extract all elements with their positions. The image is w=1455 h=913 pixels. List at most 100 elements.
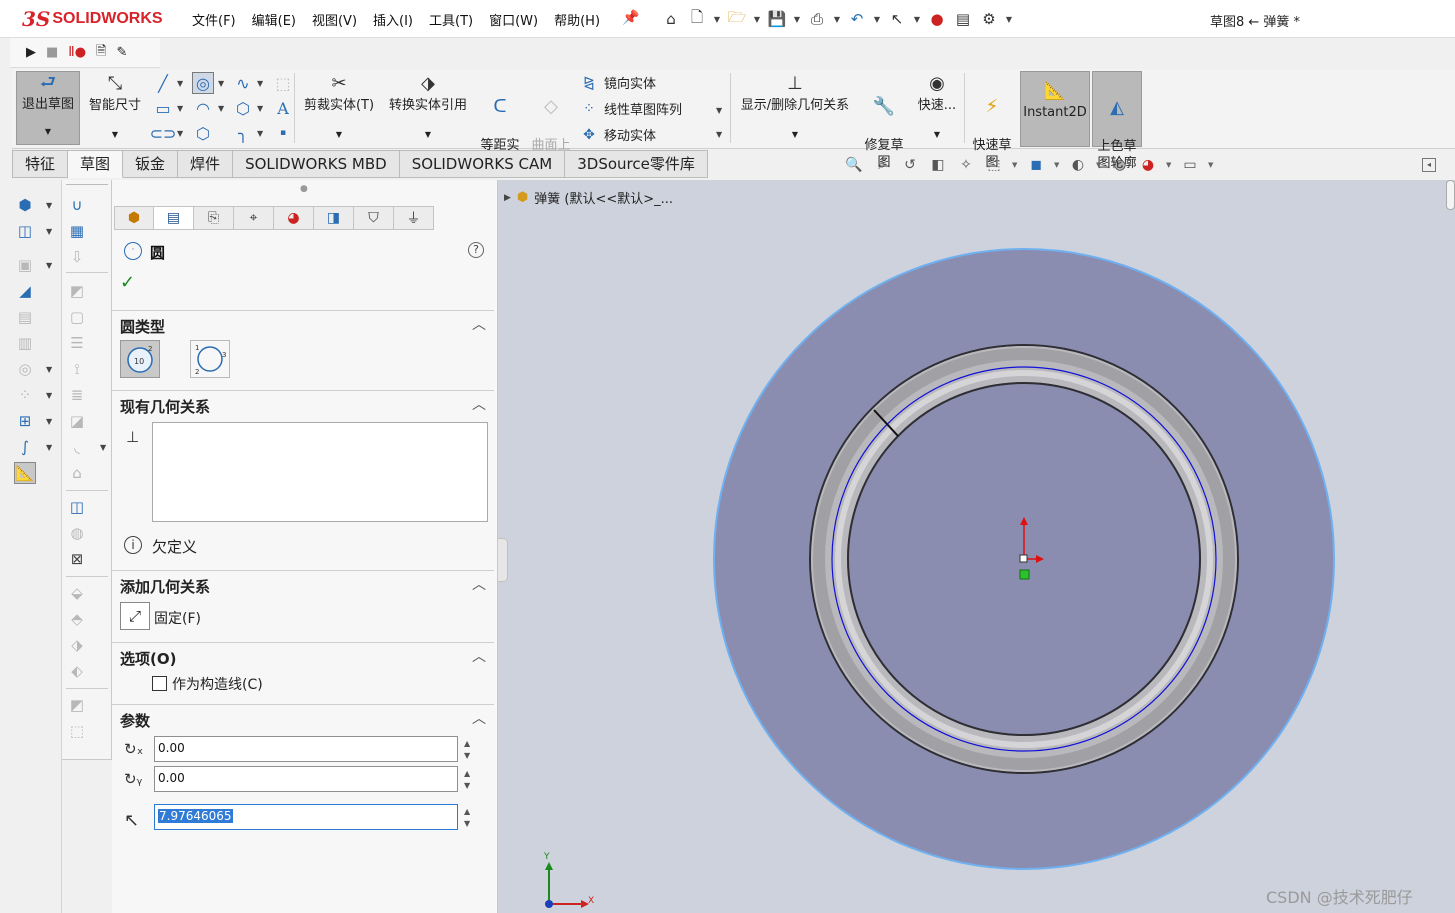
chevron-down-icon[interactable]: ▼ [716,106,722,115]
move-entities-button[interactable]: ✥ 移动实体 [580,125,656,145]
rib-icon[interactable]: ▥ [14,332,36,354]
combine-icon[interactable]: ⬙ [66,582,88,604]
move-copy-icon[interactable]: ⬗ [66,634,88,656]
dimxpert-tab-icon[interactable]: ⌖ [234,206,274,230]
chevron-down-icon[interactable]: ▼ [257,104,263,113]
select-cursor-icon[interactable]: ↖ [886,8,908,30]
previous-view-icon[interactable]: ↺ [900,155,920,175]
edit-appearance-icon[interactable]: ◍ [1110,155,1130,175]
draft-icon[interactable]: ⌂ [66,462,88,484]
construction-checkbox[interactable] [152,676,167,691]
zoom-to-fit-icon[interactable]: 🔍 [844,155,864,175]
chevron-down-icon[interactable]: ▼ [100,443,106,452]
tab-mbd[interactable]: SOLIDWORKS MBD [233,150,400,178]
chevron-down-icon[interactable]: ▼ [872,15,882,24]
instant3d-icon[interactable]: 📐 [14,462,36,484]
menu-view[interactable]: 视图(V) [304,10,365,29]
options-gear-icon[interactable]: ⚙ [978,8,1000,30]
block-icon[interactable]: ◫ [66,496,88,518]
tab-sheet-metal[interactable]: 钣金 [123,150,179,178]
chevron-up-icon[interactable]: ︿ [472,314,486,334]
chevron-down-icon[interactable]: ▼ [1208,161,1214,169]
chevron-down-icon[interactable]: ▼ [46,443,52,452]
arc-tool-icon[interactable]: ◠ [192,97,214,119]
instant2d-button[interactable]: 📐 Instant2D [1020,71,1090,147]
menu-edit[interactable]: 编辑(E) [244,10,304,29]
shell-icon[interactable]: ▤ [14,306,36,328]
tab-3dsource[interactable]: 3DSource零件库 [565,150,708,178]
intersect-icon[interactable]: ⬚ [66,720,88,742]
chevron-down-icon[interactable]: ▼ [218,79,224,88]
point-polygon-icon[interactable]: ⬡ [192,122,214,144]
chevron-down-icon[interactable]: ▼ [46,365,52,374]
mirror-entities-button[interactable]: ⧎ 镜向实体 [580,73,656,93]
chevron-down-icon[interactable]: ▼ [1054,161,1060,169]
existing-relations-list[interactable] [152,422,488,522]
save-icon[interactable]: 💾 [766,8,788,30]
sweep-icon[interactable]: ⟟ [66,358,88,380]
circle-type-section[interactable]: 圆类型 ︿ [112,310,494,338]
display-mode-icon[interactable]: ◫ [14,220,36,242]
center-y-spinner[interactable]: ▲ ▼ [464,768,470,792]
parameters-section[interactable]: 参数 ︿ [112,704,494,732]
line-tool-icon[interactable]: ╱ [152,72,174,94]
stack-icon[interactable]: ☰ [66,332,88,354]
linear-pattern-button[interactable]: ⁘ 线性草图阵列 [580,99,682,119]
center-circle-button[interactable]: 10 2 [120,340,160,378]
existing-relations-section[interactable]: 现有几何关系 ︿ [112,390,494,418]
add-relations-section[interactable]: 添加几何关系 ︿ [112,570,494,598]
section-view-icon[interactable]: ◧ [928,155,948,175]
chevron-down-icon[interactable]: ▼ [1096,161,1102,169]
zoom-to-area-icon[interactable]: ⌕ [872,155,892,175]
featuremanager-tab-icon[interactable]: ⬢ [114,206,154,230]
chevron-down-icon[interactable]: ▼ [832,15,842,24]
display-relations-button[interactable]: ⊥ 显示/删除几何关系 ▼ [734,73,856,145]
open-folder-icon[interactable]: 🗁 [726,8,748,30]
chevron-down-icon[interactable]: ▼ [716,130,722,139]
display-style-icon[interactable]: ◼ [1026,155,1046,175]
chevron-down-icon[interactable]: ▼ [46,227,52,236]
center-x-spinner[interactable]: ▲ ▼ [464,738,470,762]
origin-point[interactable] [1019,554,1028,563]
construction-label[interactable]: 作为构造线(C) [172,674,263,694]
chevron-down-icon[interactable]: ▼ [752,15,762,24]
view-cube-icon[interactable]: ⬢ [14,194,36,216]
ok-checkmark-icon[interactable]: ✓ [120,272,135,293]
magnet-icon[interactable]: ∪ [66,194,88,216]
chevron-up-icon[interactable]: ︿ [472,708,486,728]
rectangle-tool-icon[interactable]: ▭ [152,97,174,119]
hole-icon[interactable]: ◎ [14,358,36,380]
frame-icon[interactable]: ▢ [66,306,88,328]
polygon-tool-icon[interactable]: ⬡ [232,97,254,119]
chevron-down-icon[interactable]: ▼ [218,104,224,113]
chevron-down-icon[interactable]: ▼ [1166,161,1172,169]
dynamic-annotation-icon[interactable]: ✧ [956,155,976,175]
curves-icon[interactable]: ∫ [14,436,36,458]
radius-spinner[interactable]: ▲ ▼ [464,806,470,830]
chevron-down-icon[interactable]: ▼ [46,201,52,210]
scale-icon[interactable]: ◩ [66,694,88,716]
loft-icon[interactable]: ◩ [66,280,88,302]
new-document-icon[interactable]: 🗋 [686,8,708,30]
mesh-icon[interactable]: ⊠ [66,548,88,570]
displaymanager-tab-icon[interactable]: ◕ [274,206,314,230]
chevron-down-icon[interactable]: ▼ [177,79,183,88]
fillet-tool-icon[interactable]: ╮ [232,122,254,144]
wrap-icon[interactable]: ◢ [14,280,36,302]
menu-help[interactable]: 帮助(H) [546,10,608,29]
tab-weldments[interactable]: 焊件 [178,150,234,178]
graphics-scroll-handle[interactable] [1446,180,1455,210]
text-tool-icon[interactable]: A [272,97,294,119]
pin-menu-icon[interactable]: 📌 [622,10,639,26]
chevron-down-icon[interactable]: ▼ [177,129,183,138]
chevron-up-icon[interactable]: ︿ [472,574,486,594]
undo-icon[interactable]: ↶ [846,8,868,30]
convert-entities-button[interactable]: ⬗ 转换实体引用 ▼ [382,73,474,145]
pattern-icon[interactable]: ⁘ [14,384,36,406]
view-orientation-icon[interactable]: ⬚ [984,155,1004,175]
fix-relation-label[interactable]: 固定(F) [154,608,201,628]
configurationmanager-tab-icon[interactable]: ⎘ [194,206,234,230]
layers-icon[interactable]: ≣ [66,384,88,406]
options-section[interactable]: 选项(O) ︿ [112,642,494,670]
chevron-down-icon[interactable]: ▼ [46,391,52,400]
